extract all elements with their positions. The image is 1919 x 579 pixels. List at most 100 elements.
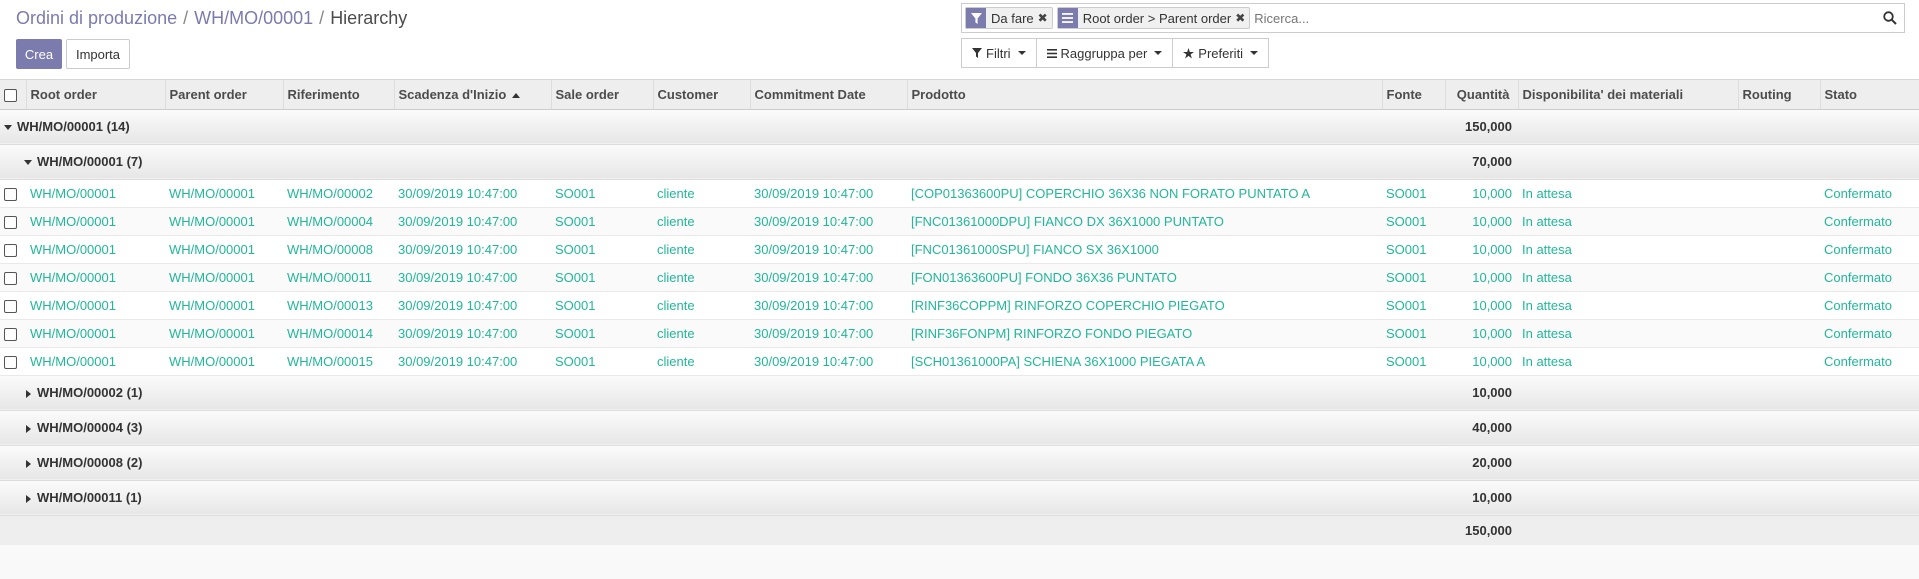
create-button[interactable]: Crea	[16, 39, 62, 69]
column-fonte[interactable]: Fonte	[1381, 80, 1445, 110]
cell-parent-order: WH/MO/00001	[165, 319, 283, 348]
column-riferimento[interactable]: Riferimento	[282, 80, 394, 110]
column-parent-order[interactable]: Parent order	[164, 80, 283, 110]
cell-parent-order: WH/MO/00001	[165, 263, 283, 292]
table-row[interactable]: WH/MO/00001 WH/MO/00001 WH/MO/00013 30/09/2…	[0, 291, 1919, 320]
filters-dropdown[interactable]: Filtri	[961, 38, 1037, 68]
cell-quantita: 10,000	[1445, 347, 1518, 376]
chevron-down-icon	[24, 160, 32, 166]
cell-sale-order: SO001	[551, 207, 653, 236]
checkbox-icon	[4, 215, 17, 229]
table-row[interactable]: WH/MO/00001 WH/MO/00001 WH/MO/00004 30/09/2…	[0, 207, 1919, 236]
close-icon[interactable]: ✖	[1235, 11, 1249, 25]
cell-parent-order: WH/MO/00001	[165, 291, 283, 320]
cell-fonte: SO001	[1382, 207, 1445, 236]
cell-sale-order: SO001	[551, 179, 653, 208]
search-icon[interactable]	[1876, 11, 1904, 25]
chevron-right-icon	[26, 494, 31, 503]
table-row[interactable]: WH/MO/00001 WH/MO/00001 WH/MO/00011 30/09/2…	[0, 263, 1919, 292]
row-checkbox[interactable]	[0, 179, 26, 208]
cell-riferimento: WH/MO/00004	[283, 207, 394, 236]
cell-stato: Confermato	[1820, 179, 1919, 208]
cell-customer: cliente	[653, 207, 750, 236]
search-facet-group-by: Root order > Parent order ✖	[1056, 7, 1251, 29]
filters-label: Filtri	[986, 45, 1011, 61]
column-routing[interactable]: Routing	[1737, 80, 1820, 110]
filter-icon	[972, 48, 982, 58]
chevron-down-icon	[1017, 51, 1026, 55]
group-by-dropdown[interactable]: Raggruppa per	[1035, 38, 1174, 68]
chevron-right-icon	[26, 389, 31, 398]
cell-scadenza: 30/09/2019 10:47:00	[394, 235, 551, 264]
column-customer[interactable]: Customer	[652, 80, 750, 110]
cell-parent-order: WH/MO/00001	[165, 179, 283, 208]
cell-commitment-date: 30/09/2019 10:47:00	[750, 347, 907, 376]
cell-customer: cliente	[653, 263, 750, 292]
group-row-collapsed[interactable]: WH/MO/00008 (2) 20,000	[0, 445, 1919, 481]
cell-root-order: WH/MO/00001	[26, 263, 165, 292]
cell-commitment-date: 30/09/2019 10:47:00	[750, 291, 907, 320]
column-root-order[interactable]: Root order	[25, 80, 165, 110]
checkbox-icon	[4, 271, 17, 285]
group-row-collapsed[interactable]: WH/MO/00002 (1) 10,000	[0, 375, 1919, 411]
close-icon[interactable]: ✖	[1038, 11, 1052, 25]
cell-prodotto: [COP01363600PU] COPERCHIO 36X36 NON FORA…	[907, 179, 1382, 208]
table-header: Root order Parent order Riferimento Scad…	[0, 80, 1919, 110]
breadcrumb: Ordini di produzione / WH/MO/00001/Hierarc…	[16, 8, 407, 29]
row-checkbox[interactable]	[0, 263, 26, 292]
cell-parent-order: WH/MO/00001	[165, 235, 283, 264]
import-button[interactable]: Importa	[66, 39, 130, 69]
select-all-checkbox[interactable]	[0, 80, 26, 110]
checkbox-icon	[4, 327, 17, 341]
group-label: WH/MO/00004 (3)	[37, 420, 143, 435]
facet-label: Da fare	[991, 10, 1034, 26]
group-row-root[interactable]: WH/MO/00001 (14) 150,000	[0, 109, 1919, 145]
group-label: WH/MO/00001 (14)	[17, 119, 130, 134]
cell-disponibilita: In attesa	[1518, 263, 1738, 292]
column-prodotto[interactable]: Prodotto	[906, 80, 1382, 110]
favorites-dropdown[interactable]: Preferiti	[1172, 38, 1270, 68]
column-scadenza[interactable]: Scadenza d'Inizio	[393, 80, 551, 110]
column-quantita[interactable]: Quantità	[1444, 80, 1518, 110]
cell-stato: Confermato	[1820, 235, 1919, 264]
breadcrumb-production-orders[interactable]: Ordini di produzione	[16, 8, 177, 28]
row-checkbox[interactable]	[0, 207, 26, 236]
row-checkbox[interactable]	[0, 235, 26, 264]
cell-quantita: 10,000	[1445, 207, 1518, 236]
cell-fonte: SO001	[1382, 235, 1445, 264]
cell-customer: cliente	[653, 235, 750, 264]
cell-routing	[1738, 263, 1820, 292]
chevron-down-icon	[4, 125, 12, 131]
group-label-cell: WH/MO/00001 (7)	[0, 144, 1445, 180]
table-row[interactable]: WH/MO/00001 WH/MO/00001 WH/MO/00008 30/09/2…	[0, 235, 1919, 264]
cell-fonte: SO001	[1382, 291, 1445, 320]
row-checkbox[interactable]	[0, 291, 26, 320]
table-row[interactable]: WH/MO/00001 WH/MO/00001 WH/MO/00015 30/09/2…	[0, 347, 1919, 376]
cell-quantita: 10,000	[1445, 291, 1518, 320]
group-row-parent[interactable]: WH/MO/00001 (7) 70,000	[0, 144, 1919, 180]
search-input[interactable]	[1254, 6, 1876, 30]
column-stato[interactable]: Stato	[1819, 80, 1919, 110]
group-qty: 40,000	[1445, 410, 1518, 446]
row-checkbox[interactable]	[0, 347, 26, 376]
group-qty: 10,000	[1445, 375, 1518, 411]
column-sale-order[interactable]: Sale order	[550, 80, 653, 110]
group-label-cell: WH/MO/00001 (14)	[0, 109, 1445, 145]
cell-scadenza: 30/09/2019 10:47:00	[394, 179, 551, 208]
row-checkbox[interactable]	[0, 319, 26, 348]
column-commitment-date[interactable]: Commitment Date	[749, 80, 907, 110]
group-row-collapsed[interactable]: WH/MO/00011 (1) 10,000	[0, 480, 1919, 516]
search-bar: Da fare ✖ Root order > Parent order ✖	[961, 3, 1905, 33]
table-row[interactable]: WH/MO/00001 WH/MO/00001 WH/MO/00014 30/09/2…	[0, 319, 1919, 348]
column-disponibilita[interactable]: Disponibilita' dei materiali	[1517, 80, 1738, 110]
group-label-cell: WH/MO/00004 (3)	[0, 410, 1445, 446]
favorites-label: Preferiti	[1198, 45, 1244, 61]
cell-riferimento: WH/MO/00013	[283, 291, 394, 320]
group-row-collapsed[interactable]: WH/MO/00004 (3) 40,000	[0, 410, 1919, 446]
table-row[interactable]: WH/MO/00001 WH/MO/00001 WH/MO/00002 30/09/2…	[0, 179, 1919, 208]
filter-icon	[966, 8, 986, 28]
cell-root-order: WH/MO/00001	[26, 291, 165, 320]
cell-commitment-date: 30/09/2019 10:47:00	[750, 319, 907, 348]
group-by-label: Raggruppa per	[1060, 45, 1148, 61]
breadcrumb-mo-00001[interactable]: WH/MO/00001	[194, 8, 313, 28]
